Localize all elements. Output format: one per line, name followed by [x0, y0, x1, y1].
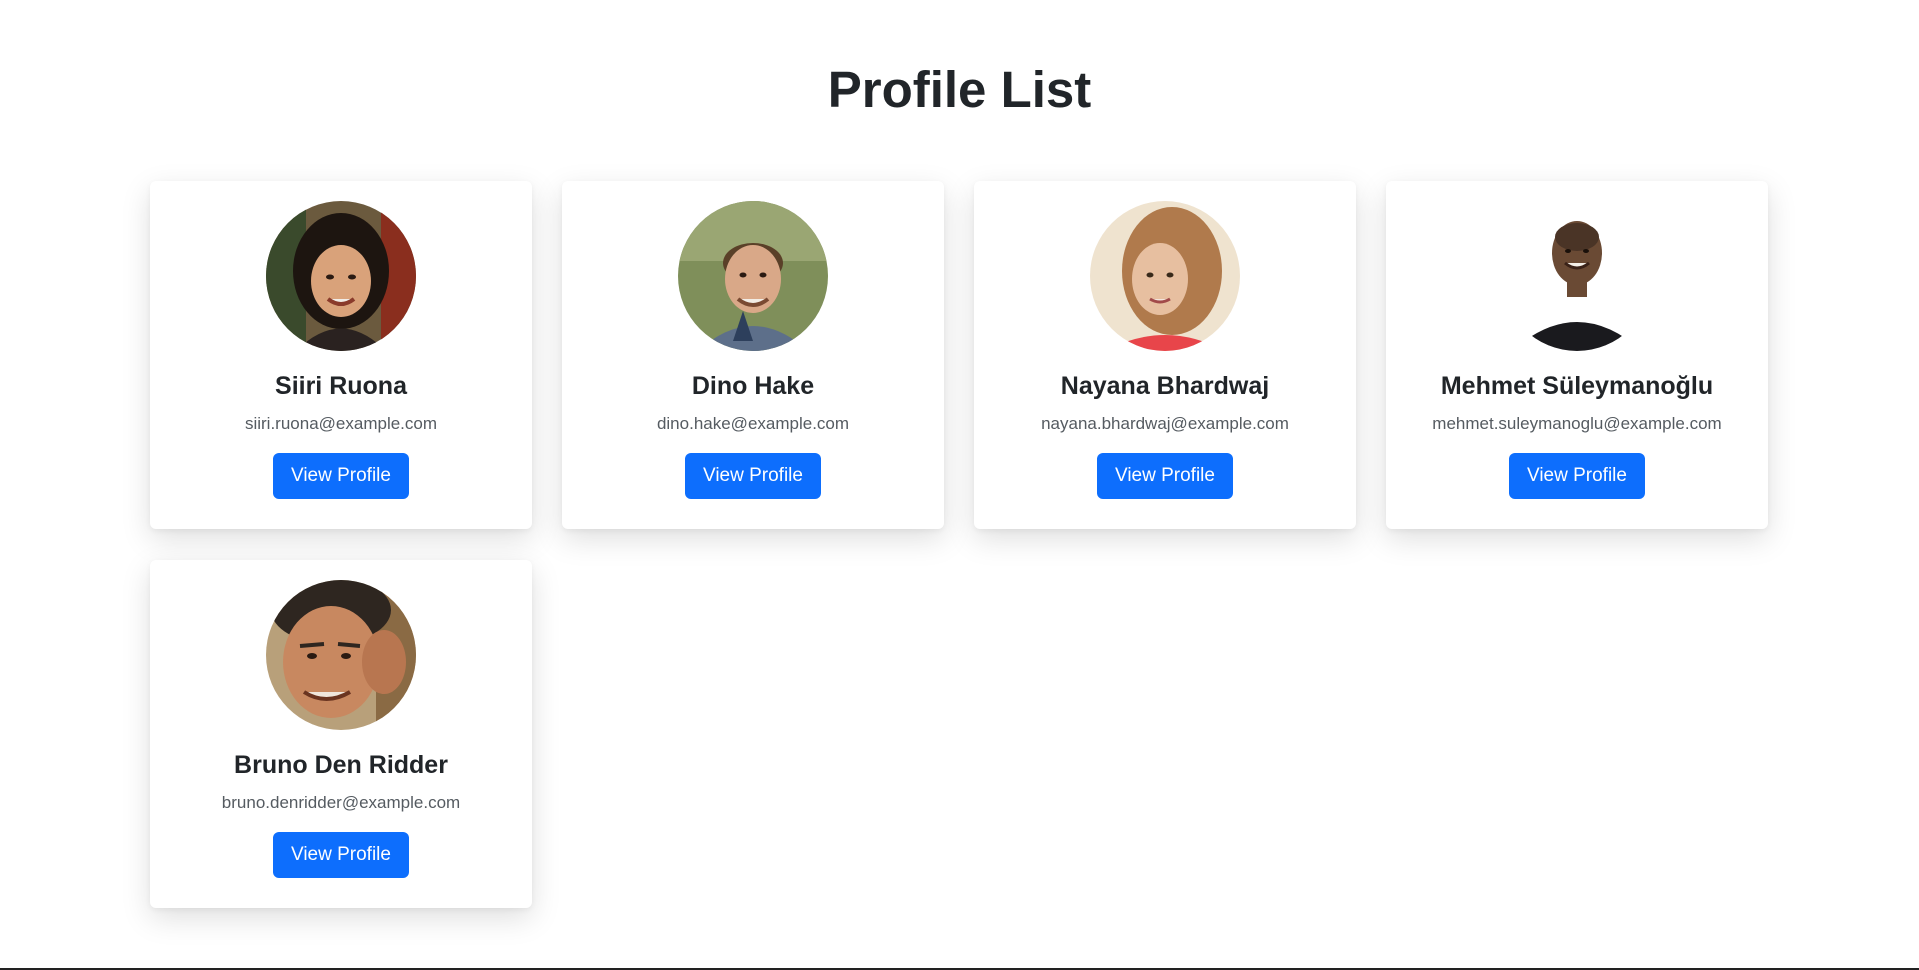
- profile-card: Mehmet Süleymanoğlu mehmet.suleymanoglu@…: [1386, 181, 1768, 529]
- profile-name: Nayana Bhardwaj: [1060, 372, 1270, 400]
- view-profile-button[interactable]: View Profile: [273, 453, 409, 499]
- profile-grid: Siiri Ruona siiri.ruona@example.com View…: [150, 181, 1770, 908]
- avatar-photo-icon: [1502, 201, 1652, 351]
- avatar: [1502, 201, 1652, 351]
- avatar-photo-icon: [266, 580, 416, 730]
- avatar: [678, 201, 828, 351]
- view-profile-button[interactable]: View Profile: [685, 453, 821, 499]
- profile-email: nayana.bhardwaj@example.com: [1041, 414, 1289, 433]
- profile-email: bruno.denridder@example.com: [221, 793, 461, 812]
- avatar-photo-icon: [678, 201, 828, 351]
- view-profile-button[interactable]: View Profile: [1509, 453, 1645, 499]
- avatar: [266, 201, 416, 351]
- avatar-photo-icon: [1090, 201, 1240, 351]
- view-profile-button[interactable]: View Profile: [1097, 453, 1233, 499]
- profile-email: dino.hake@example.com: [656, 414, 850, 433]
- avatar: [266, 580, 416, 730]
- profile-name: Dino Hake: [691, 372, 815, 400]
- profile-name: Bruno Den Ridder: [234, 751, 448, 779]
- profile-email: siiri.ruona@example.com: [244, 414, 438, 433]
- profile-name: Siiri Ruona: [275, 372, 407, 400]
- profile-card: Siiri Ruona siiri.ruona@example.com View…: [150, 181, 532, 529]
- page-title: Profile List: [827, 61, 1092, 118]
- profile-email: mehmet.suleymanoglu@example.com: [1432, 414, 1722, 433]
- profile-card: Dino Hake dino.hake@example.com View Pro…: [562, 181, 944, 529]
- view-profile-button[interactable]: View Profile: [273, 832, 409, 878]
- avatar: [1090, 201, 1240, 351]
- profile-card: Nayana Bhardwaj nayana.bhardwaj@example.…: [974, 181, 1356, 529]
- profile-name: Mehmet Süleymanoğlu: [1440, 372, 1714, 400]
- avatar-photo-icon: [266, 201, 416, 351]
- profile-card: Bruno Den Ridder bruno.denridder@example…: [150, 560, 532, 908]
- page: Profile List Siiri Ruona siiri.ruona@exa…: [0, 0, 1919, 970]
